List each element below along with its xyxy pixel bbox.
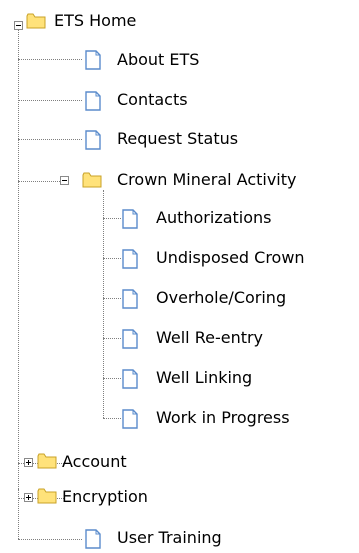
collapse-toggle-icon[interactable] <box>14 21 23 30</box>
tree-node-authorizations[interactable]: Authorizations <box>0 205 320 231</box>
tree-node-label: Undisposed Crown <box>156 248 305 267</box>
tree-node-undisposed-crown[interactable]: Undisposed Crown <box>0 245 359 271</box>
tree-node-well-re-entry[interactable]: Well Re-entry <box>0 325 320 351</box>
document-icon <box>121 409 141 429</box>
document-icon <box>84 91 104 111</box>
folder-closed-icon <box>37 487 57 507</box>
document-icon <box>121 249 141 269</box>
tree-node-label: User Training <box>117 528 222 547</box>
document-icon <box>121 329 141 349</box>
tree-node-label: Encryption <box>62 487 148 506</box>
tree-node-label: Request Status <box>117 129 239 148</box>
document-icon <box>121 369 141 389</box>
tree-node-ets-home[interactable]: ETS Home <box>0 6 200 32</box>
tree-node-request-status[interactable]: Request Status <box>0 126 240 152</box>
expand-toggle-icon[interactable] <box>24 493 33 502</box>
navigation-tree: ETS Home About ETS Contacts Request Stat… <box>0 0 359 551</box>
tree-node-label: Crown Mineral Activity <box>117 170 297 189</box>
folder-open-icon <box>82 171 102 191</box>
folder-open-icon <box>26 12 46 32</box>
tree-node-about-ets[interactable]: About ETS <box>0 46 220 72</box>
tree-node-label: Work in Progress <box>156 408 290 427</box>
tree-node-crown-mineral-activity[interactable]: Crown Mineral Activity <box>0 168 359 194</box>
tree-node-label: Contacts <box>117 90 188 109</box>
tree-node-well-linking[interactable]: Well Linking <box>0 365 320 391</box>
tree-node-label: Well Linking <box>156 368 253 387</box>
tree-node-work-in-progress[interactable]: Work in Progress <box>0 405 359 431</box>
document-icon <box>84 50 104 70</box>
tree-node-account[interactable]: Account <box>0 450 200 476</box>
tree-node-label: Well Re-entry <box>156 328 264 347</box>
tree-node-label: ETS Home <box>54 11 137 30</box>
collapse-toggle-icon[interactable] <box>60 176 69 185</box>
document-icon <box>84 529 104 549</box>
tree-node-overhole-coring[interactable]: Overhole/Coring <box>0 285 340 311</box>
tree-node-label: About ETS <box>117 50 200 69</box>
tree-node-contacts[interactable]: Contacts <box>0 87 220 113</box>
expand-toggle-icon[interactable] <box>24 458 33 467</box>
tree-node-user-training[interactable]: User Training <box>0 525 240 551</box>
tree-node-label: Overhole/Coring <box>156 288 287 307</box>
tree-node-encryption[interactable]: Encryption <box>0 485 220 511</box>
document-icon <box>121 209 141 229</box>
document-icon <box>84 130 104 150</box>
tree-node-label: Authorizations <box>156 208 272 227</box>
document-icon <box>121 289 141 309</box>
folder-closed-icon <box>37 452 57 472</box>
tree-node-label: Account <box>62 452 127 471</box>
